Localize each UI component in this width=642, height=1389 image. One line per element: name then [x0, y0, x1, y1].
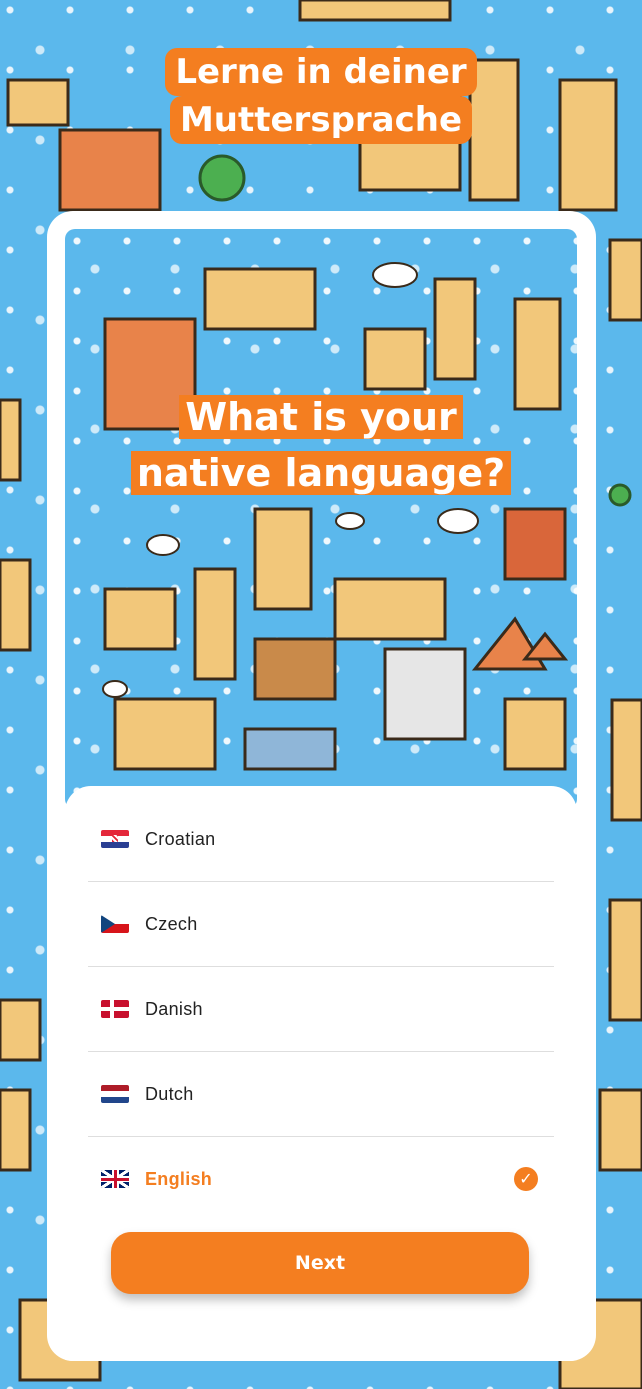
question-heading: What is your native language? — [65, 389, 577, 501]
language-list: Croatian Czech Danish Dutch English ✓ — [88, 797, 554, 1221]
question-line-1: What is your — [179, 395, 463, 439]
language-sheet: Croatian Czech Danish Dutch English ✓ Ne… — [65, 786, 577, 1361]
title-line-1: Lerne in deiner — [165, 48, 477, 96]
language-option-czech[interactable]: Czech — [88, 882, 554, 967]
language-label: Czech — [145, 913, 198, 934]
next-button[interactable]: Next — [111, 1232, 529, 1294]
netherlands-flag-icon — [101, 1085, 129, 1103]
czech-flag-icon — [101, 915, 129, 933]
language-option-croatian[interactable]: Croatian — [88, 797, 554, 882]
checkmark-circle-icon: ✓ — [514, 1167, 538, 1191]
language-option-dutch[interactable]: Dutch — [88, 1052, 554, 1137]
question-line-2: native language? — [130, 451, 512, 495]
card-illustration: What is your native language? — [65, 229, 577, 809]
denmark-flag-icon — [101, 1000, 129, 1018]
uk-flag-icon — [101, 1170, 129, 1188]
language-card: What is your native language? Croatian C… — [47, 211, 596, 1361]
language-option-danish[interactable]: Danish — [88, 967, 554, 1052]
language-option-english[interactable]: English ✓ — [88, 1137, 554, 1221]
landmark-doodles-icon — [102, 262, 569, 771]
croatia-flag-icon — [101, 830, 129, 848]
language-label: Croatian — [145, 828, 216, 849]
title-banner: Lerne in deiner Muttersprache — [0, 48, 642, 144]
language-label: Danish — [145, 998, 203, 1019]
title-line-2: Muttersprache — [169, 96, 473, 144]
language-label: English — [145, 1168, 213, 1189]
language-label: Dutch — [145, 1083, 194, 1104]
